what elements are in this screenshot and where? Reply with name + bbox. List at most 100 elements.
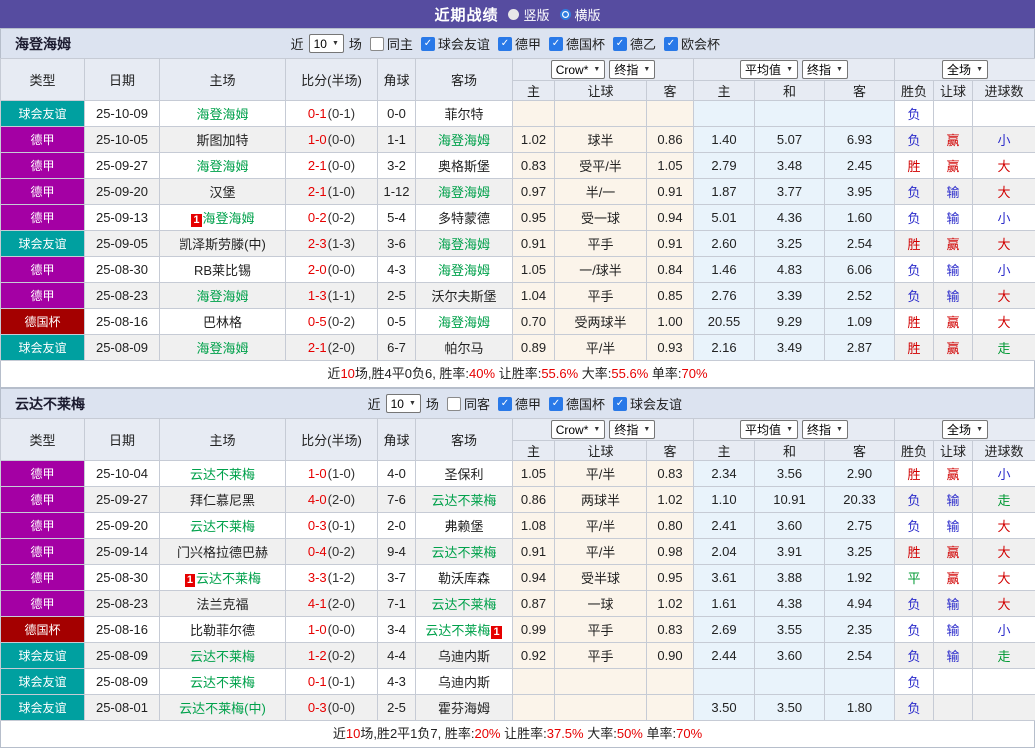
table-row: 德甲25-09-20汉堡2-1(1-0)1-12海登海姆0.97半/一0.911… [1,179,1035,205]
away-team-name: 菲尔特 [444,107,483,122]
odds-away-cell: 0.80 [647,513,694,539]
avg-away-cell: 1.60 [825,205,895,231]
score-cell: 1-3(1-1) [286,283,378,309]
halftime-score: (1-2) [328,570,355,585]
odds-home-cell: 0.83 [513,153,555,179]
goals-result-cell: 走 [973,487,1035,513]
league-label: 德国杯 [566,394,605,413]
league-checkbox[interactable] [613,37,627,51]
home-team-cell: 比勒菲尔德 [160,617,286,643]
date-cell: 25-09-14 [85,539,160,565]
odds-away-cell: 0.83 [647,617,694,643]
handicap-cell [555,695,647,721]
select-value: 终指 [807,421,831,438]
score-cell: 0-2(0-2) [286,205,378,231]
league-checkbox[interactable] [498,397,512,411]
goals-result-cell: 大 [973,591,1035,617]
avg-away-cell: 2.35 [825,617,895,643]
handicap-result-cell: 输 [934,513,973,539]
team-section: 云达不莱梅近10▼场同客德甲德国杯球会友谊类型日期主场比分(半场)角球客场Cro… [0,388,1035,748]
home-team-cell: 门兴格拉德巴赫 [160,539,286,565]
final-odds-select[interactable]: 终指▼ [802,420,848,439]
same-venue-checkbox[interactable] [447,397,461,411]
home-team-name: 汉堡 [209,185,235,200]
sub-column-header: 主 [513,441,555,461]
avg-draw-cell: 3.60 [755,513,825,539]
league-checkbox[interactable] [613,397,627,411]
score-cell: 4-1(2-0) [286,591,378,617]
league-checkbox[interactable] [549,37,563,51]
match-type-cell: 球会友谊 [1,669,85,695]
handicap-result-cell: 赢 [934,565,973,591]
sections-container: 海登海姆近10▼场同主球会友谊德甲德国杯德乙欧会杯类型日期主场比分(半场)角球客… [0,28,1035,748]
odds-company-select[interactable]: Crow*▼ [551,60,606,79]
layout-radio-horizontal[interactable]: 横版 [560,5,601,24]
halftime-score: (1-3) [328,236,355,251]
radio-horizontal-label: 横版 [575,5,601,24]
rounds-select[interactable]: 10▼ [309,34,344,53]
chevron-down-icon: ▼ [332,40,339,47]
odds-company-select[interactable]: Crow*▼ [551,420,606,439]
match-type-cell: 德国杯 [1,617,85,643]
average-odds-select[interactable]: 平均值▼ [740,60,798,79]
match-type-cell: 德甲 [1,513,85,539]
summary-text: 70% [682,366,708,381]
avg-home-cell: 2.79 [694,153,755,179]
odds-away-cell: 1.00 [647,309,694,335]
corner-cell: 0-5 [378,309,416,335]
league-checkbox[interactable] [664,37,678,51]
away-team-cell: 菲尔特 [416,101,513,127]
full-match-select[interactable]: 全场▼ [942,420,988,439]
league-checkbox[interactable] [549,397,563,411]
odds-away-cell: 0.84 [647,257,694,283]
league-label: 德甲 [515,34,541,53]
handicap-result-cell: 输 [934,257,973,283]
result-cell: 胜 [895,335,934,361]
fulltime-score: 2-0 [308,262,327,277]
away-team-name: 奥格斯堡 [438,159,490,174]
date-cell: 25-08-30 [85,257,160,283]
halftime-score: (0-2) [328,210,355,225]
same-venue-label: 同客 [464,394,490,413]
table-row: 德甲25-10-05斯图加特1-0(0-0)1-1海登海姆1.02球半0.861… [1,127,1035,153]
final-odds-select[interactable]: 终指▼ [609,420,655,439]
same-venue-checkbox[interactable] [370,37,384,51]
layout-radio-vertical[interactable]: 竖版 [508,5,549,24]
table-row: 德甲25-09-131海登海姆0-2(0-2)5-4多特蒙德0.95受一球0.9… [1,205,1035,231]
avg-away-cell: 2.87 [825,335,895,361]
sub-column-header: 主 [694,441,755,461]
final-odds-select[interactable]: 终指▼ [802,60,848,79]
handicap-result-cell [934,669,973,695]
chevron-down-icon: ▼ [976,66,983,73]
final-odds-select[interactable]: 终指▼ [609,60,655,79]
score-cell: 2-1(1-0) [286,179,378,205]
column-header: 类型 [1,59,85,101]
score-cell: 0-5(0-2) [286,309,378,335]
chevron-down-icon: ▼ [593,426,600,433]
handicap-cell: 平/半 [555,513,647,539]
league-checkbox[interactable] [498,37,512,51]
avg-away-cell: 2.90 [825,461,895,487]
handicap-result-cell: 输 [934,617,973,643]
date-cell: 25-08-09 [85,643,160,669]
home-team-name: 巴林格 [203,315,242,330]
away-team-name: 海登海姆 [438,185,490,200]
avg-home-cell [694,101,755,127]
column-header: 比分(半场) [286,59,378,101]
full-match-select[interactable]: 全场▼ [942,60,988,79]
table-row: 球会友谊25-08-01云达不莱梅(中)0-3(0-0)2-5霍芬海姆3.503… [1,695,1035,721]
odds-group-header: Crow*▼终指▼ [513,419,694,441]
rounds-select[interactable]: 10▼ [386,394,421,413]
summary-text: 单率: [643,726,676,741]
halftime-score: (2-0) [328,596,355,611]
avg-draw-cell: 5.07 [755,127,825,153]
avg-draw-cell [755,101,825,127]
league-checkbox[interactable] [421,37,435,51]
away-team-name: 云达不莱梅 [425,623,490,638]
result-cell: 胜 [895,231,934,257]
avg-draw-cell: 3.91 [755,539,825,565]
corner-cell: 4-3 [378,669,416,695]
away-team-name: 云达不莱梅 [431,597,496,612]
goals-result-cell: 大 [973,283,1035,309]
average-odds-select[interactable]: 平均值▼ [740,420,798,439]
